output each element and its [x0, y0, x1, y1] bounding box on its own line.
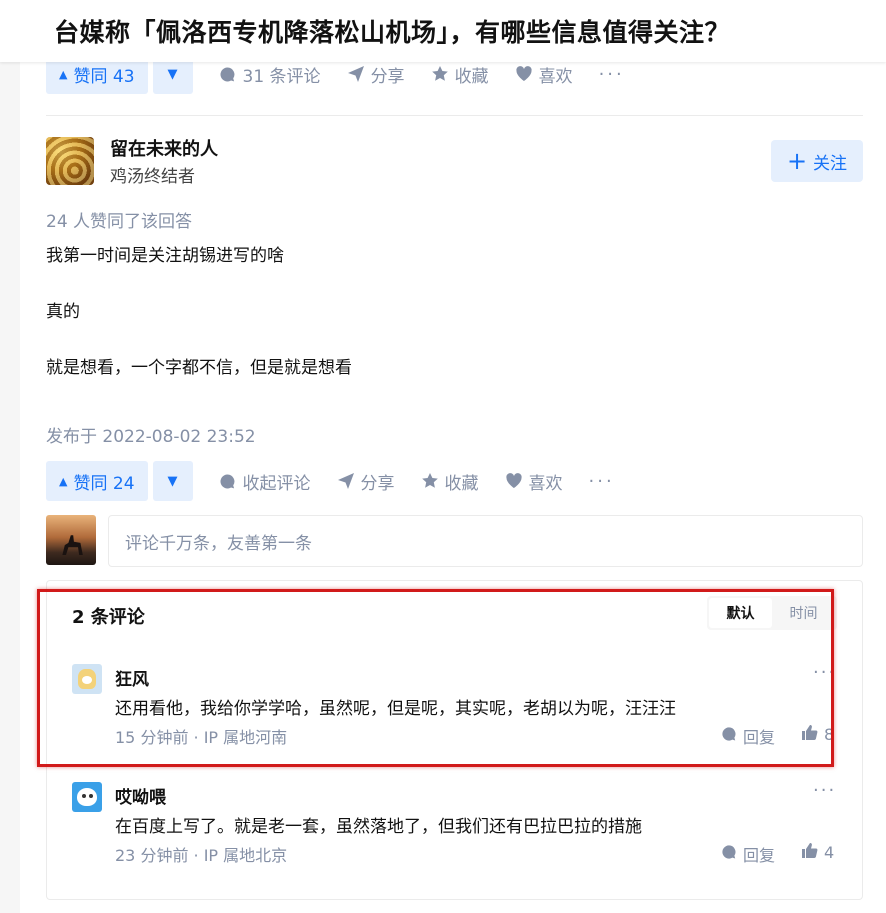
thumbs-up-icon	[801, 724, 818, 745]
comment-like-button[interactable]: 8	[801, 724, 834, 745]
author-bio: 鸡汤终结者	[110, 167, 195, 187]
thumbs-up-icon	[801, 842, 818, 863]
comment-text: 还用看他，我给你学学哈，虽然呢，但是呢，其实呢，老胡以为呢，汪汪汪	[115, 699, 676, 719]
author-avatar[interactable]	[46, 137, 94, 185]
triangle-up-icon: ▲	[59, 474, 68, 488]
commenter-avatar[interactable]	[72, 782, 102, 812]
paper-plane-icon	[337, 472, 355, 490]
comments-label: 31 条评论	[242, 66, 321, 87]
star-icon	[431, 65, 449, 83]
collect-label: 收藏	[454, 66, 489, 87]
paper-plane-icon	[347, 65, 365, 83]
reply-label: 回复	[743, 728, 776, 747]
current-user-avatar	[46, 515, 96, 565]
heart-icon	[515, 65, 533, 83]
comment-bubble-icon	[219, 472, 237, 490]
comment-sort-toggle: 默认 时间	[707, 596, 837, 630]
horse-rider-silhouette	[62, 535, 83, 555]
upvote-label: 赞同 43	[73, 66, 135, 87]
question-header: 台媒称「佩洛西专机降落松山机场」，有哪些信息值得关注？	[0, 0, 886, 62]
answer-divider	[46, 115, 863, 116]
commenter-name[interactable]: 狂风	[115, 665, 149, 690]
downvote-button[interactable]: ▼	[152, 461, 193, 501]
triangle-down-icon: ▼	[167, 66, 178, 82]
comment-bubble-icon	[219, 65, 237, 83]
collapse-comments-label: 收起评论	[242, 473, 311, 494]
heart-icon	[505, 472, 523, 490]
upvote-label: 赞同 24	[73, 473, 135, 494]
share-button[interactable]: 分享	[337, 469, 395, 494]
plus-icon: +	[786, 147, 808, 175]
triangle-down-icon: ▼	[167, 473, 178, 489]
question-title[interactable]: 台媒称「佩洛西专机降落松山机场」，有哪些信息值得关注？	[54, 13, 730, 49]
more-options-button[interactable]: ···	[599, 64, 625, 85]
collect-button[interactable]: 收藏	[431, 62, 489, 87]
comments-button[interactable]: 31 条评论	[219, 62, 321, 87]
comment-item: 狂风 还用看他，我给你学学哈，虽然呢，但是呢，其实呢，老胡以为呢，汪汪汪 15 …	[47, 646, 862, 756]
star-icon	[421, 472, 439, 490]
sort-time-button[interactable]: 时间	[772, 598, 835, 628]
comment-text: 在百度上写了。就是老一套，虽然落地了，但我们还有巴拉巴拉的措施	[115, 817, 642, 837]
triangle-up-icon: ▲	[59, 67, 68, 81]
comments-panel: 2 条评论 默认 时间 狂风 还用看他，我给你学学哈，虽然呢，但是呢，其实呢，老…	[46, 580, 863, 900]
commenter-avatar[interactable]	[72, 664, 102, 694]
collapse-comments-button[interactable]: 收起评论	[219, 469, 311, 494]
publish-time[interactable]: 发布于 2022-08-02 23:52	[46, 422, 256, 447]
comment-item: 哎呦喂 在百度上写了。就是老一套，虽然落地了，但我们还有巴拉巴拉的措施 23 分…	[47, 764, 862, 874]
answer-paragraph: 我第一时间是关注胡锡进写的啥	[46, 246, 284, 266]
share-label: 分享	[370, 66, 405, 87]
sort-default-button[interactable]: 默认	[709, 598, 772, 628]
like-label: 喜欢	[538, 66, 573, 87]
comment-meta: 23 分钟前 · IP 属地北京	[115, 846, 288, 865]
collect-label: 收藏	[444, 473, 479, 494]
reply-button[interactable]: 回复	[721, 724, 775, 748]
commenter-name[interactable]: 哎呦喂	[115, 783, 166, 808]
comment-meta: 15 分钟前 · IP 属地河南	[115, 728, 288, 747]
more-options-button[interactable]: ···	[589, 471, 615, 492]
follow-button[interactable]: + 关注	[771, 140, 863, 182]
like-button[interactable]: 喜欢	[505, 469, 563, 494]
reply-label: 回复	[743, 846, 776, 865]
comment-more-button[interactable]: ···	[813, 780, 836, 801]
comment-like-count: 4	[824, 843, 835, 862]
comments-count: 2 条评论	[72, 607, 145, 628]
reply-button[interactable]: 回复	[721, 842, 775, 866]
comment-bubble-icon	[721, 844, 737, 864]
answer-paragraph: 真的	[46, 302, 80, 322]
page-gutter	[0, 62, 20, 913]
comment-more-button[interactable]: ···	[813, 662, 836, 683]
answer-card: ▲ 赞同 43 ▼ 31 条评论 分享 收藏 喜欢 ··· 留在未来的人 鸡汤终…	[20, 54, 886, 913]
like-label: 喜欢	[528, 473, 563, 494]
answer-paragraph: 就是想看，一个字都不信，但是就是想看	[46, 358, 352, 378]
author-name[interactable]: 留在未来的人	[110, 135, 218, 161]
answer-actions: ▲ 赞同 24 ▼ 收起评论 分享 收藏 喜欢 ···	[46, 461, 615, 501]
comment-like-count: 8	[824, 725, 835, 744]
follow-label: 关注	[813, 153, 848, 174]
upvote-summary[interactable]: 24 人赞同了该回答	[46, 207, 192, 232]
upvote-button[interactable]: ▲ 赞同 24	[46, 461, 148, 501]
like-button[interactable]: 喜欢	[515, 62, 573, 87]
share-label: 分享	[360, 473, 395, 494]
comment-input[interactable]: 评论千万条，友善第一条	[108, 515, 863, 567]
comment-like-button[interactable]: 4	[801, 842, 834, 863]
collect-button[interactable]: 收藏	[421, 469, 479, 494]
comment-bubble-icon	[721, 726, 737, 746]
share-button[interactable]: 分享	[347, 62, 405, 87]
